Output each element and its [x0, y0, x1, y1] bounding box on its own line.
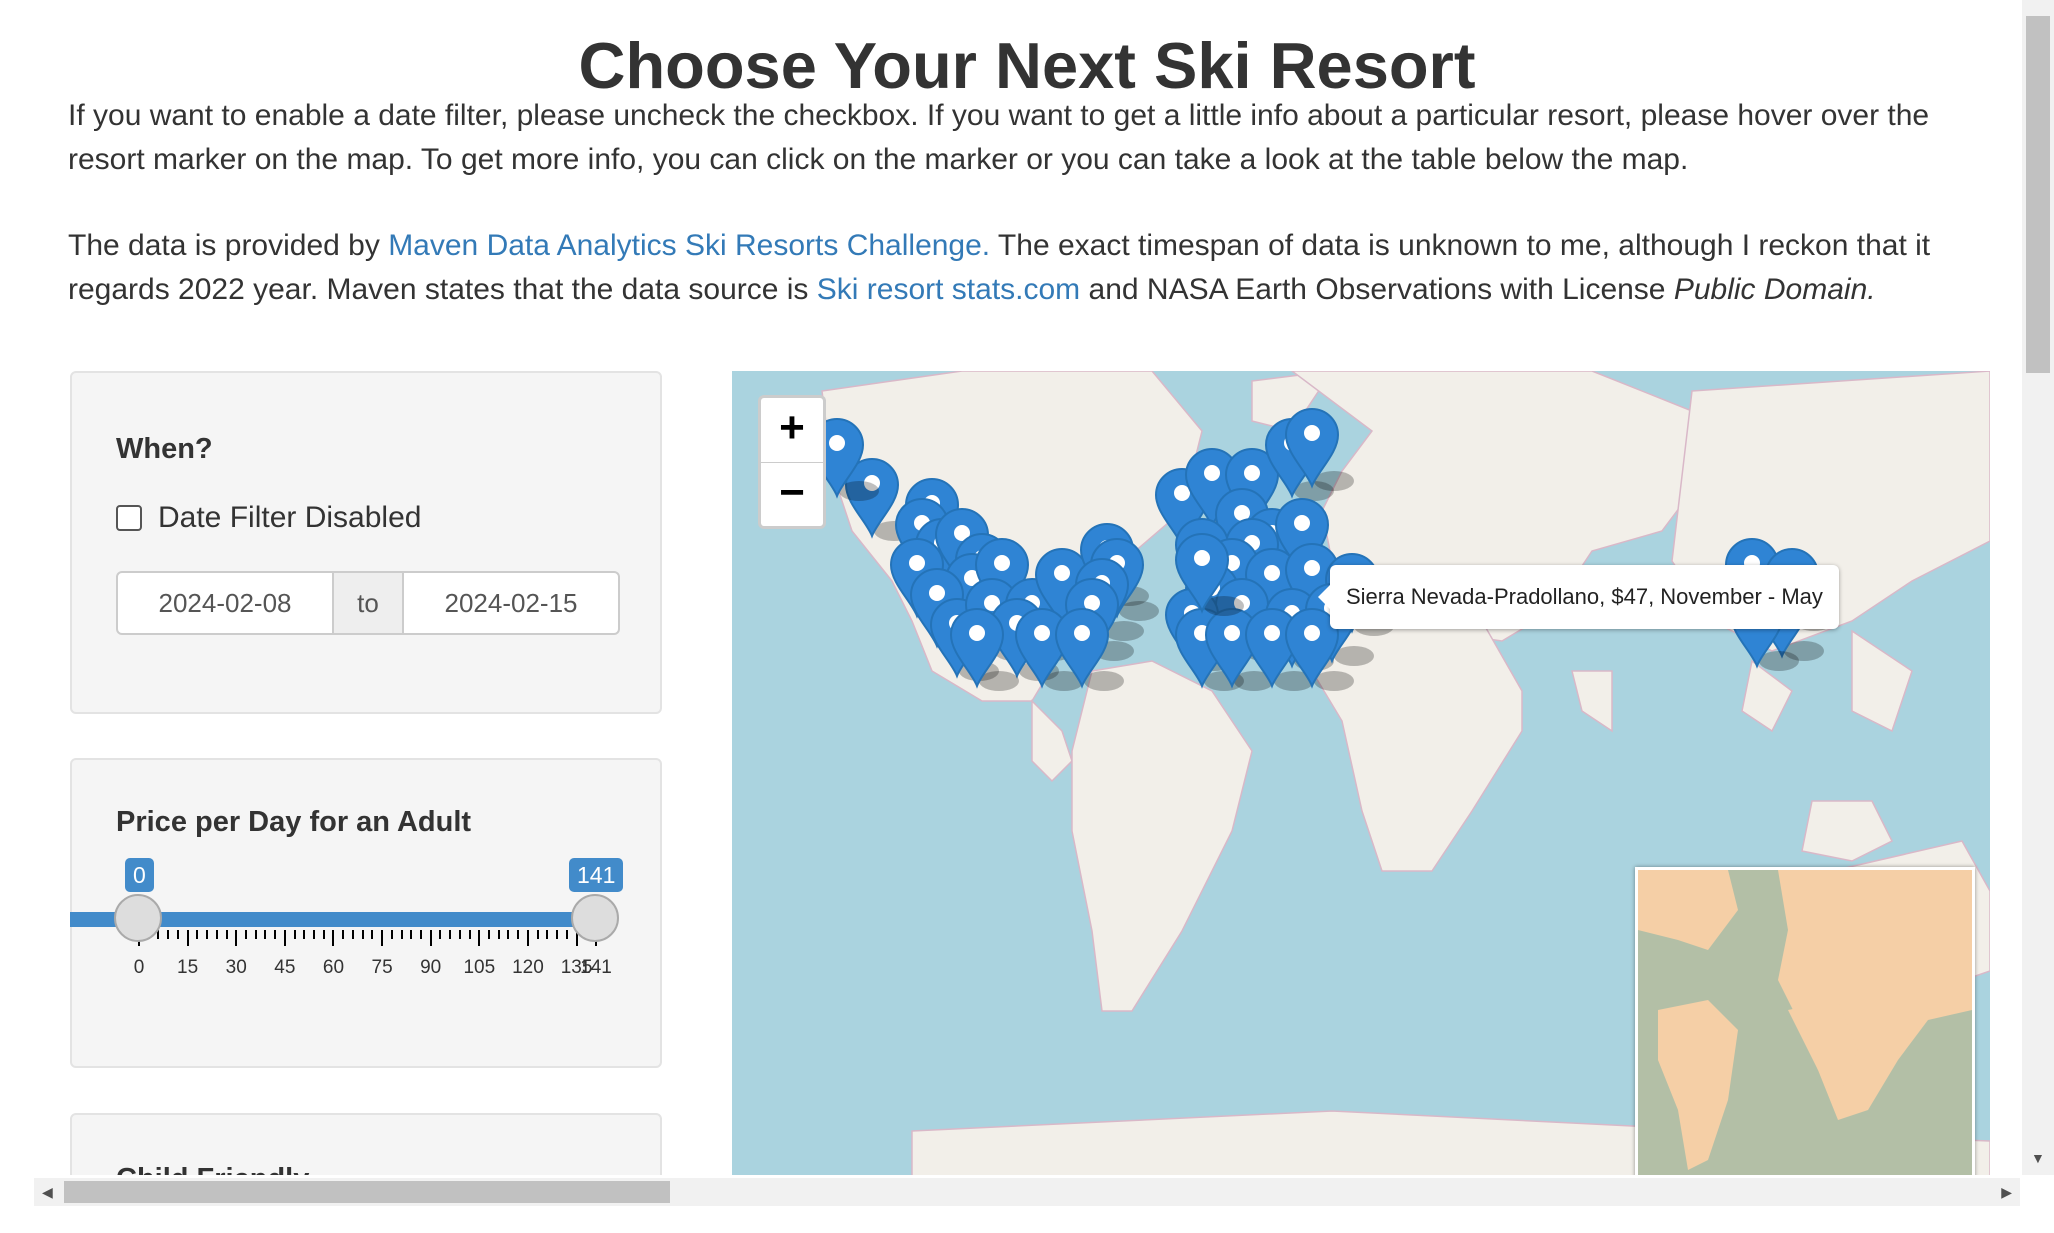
- slider-tick-label: 90: [420, 957, 442, 978]
- slider-minor-tick: [264, 930, 267, 939]
- slider-minor-tick: [439, 930, 442, 939]
- slider-minor-tick: [167, 930, 170, 939]
- slider-tick-label: 75: [371, 957, 393, 978]
- slider-major-tick: [526, 930, 529, 946]
- slider-minor-tick: [488, 930, 491, 939]
- when-label: When?: [116, 433, 213, 465]
- slider-minor-tick: [313, 930, 316, 939]
- slider-major-tick: [283, 930, 286, 946]
- child-friendly-panel: Child Friendly: [70, 1113, 662, 1175]
- slider-minor-tick: [274, 930, 277, 939]
- slider-minor-tick: [449, 930, 452, 939]
- horizontal-scroll-thumb[interactable]: [64, 1181, 670, 1203]
- slider-minor-tick: [361, 930, 364, 939]
- zoom-in-button[interactable]: +: [761, 398, 823, 463]
- slider-major-tick: [235, 930, 238, 946]
- date-filter-checkbox-row[interactable]: Date Filter Disabled: [116, 501, 421, 535]
- price-min-bubble: 0: [125, 858, 154, 892]
- slider-tick-label: 60: [322, 957, 345, 978]
- slider-minor-tick: [215, 930, 218, 939]
- slider-minor-tick: [400, 930, 403, 939]
- slider-minor-tick: [293, 930, 296, 939]
- slider-minor-tick: [225, 930, 228, 939]
- minimap[interactable]: [1635, 867, 1975, 1175]
- slider-minor-tick: [497, 930, 500, 939]
- slider-minor-tick: [303, 930, 306, 939]
- slider-minor-tick: [419, 930, 422, 939]
- slider-tick-label: 30: [225, 957, 247, 978]
- date-start-input[interactable]: 2024-02-08: [116, 571, 334, 635]
- slider-minor-tick: [517, 930, 520, 939]
- data-source-paragraph: The data is provided by Maven Data Analy…: [68, 224, 1998, 312]
- slider-minor-tick: [565, 930, 568, 939]
- page: Choose Your Next Ski Resort If you want …: [0, 0, 2020, 1175]
- slider-minor-tick: [244, 930, 247, 939]
- slider-minor-tick: [342, 930, 345, 939]
- zoom-out-button[interactable]: −: [761, 463, 823, 527]
- intro-paragraph: If you want to enable a date filter, ple…: [68, 99, 1930, 176]
- slider-major-tick: [332, 930, 335, 946]
- price-max-bubble: 141: [569, 858, 624, 892]
- price-min-handle[interactable]: [114, 894, 162, 942]
- slider-major-tick: [429, 930, 432, 946]
- slider-tick-label: 120: [512, 957, 544, 978]
- slider-minor-tick: [322, 930, 325, 939]
- slider-tick-label: 105: [463, 957, 496, 978]
- slider-major-tick: [478, 930, 481, 946]
- slider-minor-tick: [206, 930, 209, 939]
- resort-map[interactable]: + − Sierra Nevada-Pradollano, $47, Novem…: [732, 371, 1990, 1175]
- vertical-scrollbar[interactable]: ▼: [2022, 0, 2054, 1175]
- slider-minor-tick: [254, 930, 257, 939]
- date-range-separator: to: [334, 571, 402, 635]
- price-label: Price per Day for an Adult: [116, 806, 472, 838]
- slider-minor-tick: [176, 930, 179, 939]
- slider-minor-tick: [410, 930, 413, 939]
- slider-minor-tick: [546, 930, 549, 939]
- license-text: Public Domain.: [1673, 273, 1876, 306]
- slider-minor-tick: [556, 930, 559, 939]
- slider-minor-tick: [468, 930, 471, 939]
- slider-tick-label: 141: [580, 957, 612, 978]
- slider-minor-tick: [390, 930, 393, 939]
- minimap-land: [1638, 870, 1972, 1170]
- ski-resort-stats-link[interactable]: Ski resort stats.com: [817, 273, 1080, 306]
- date-end-input[interactable]: 2024-02-15: [402, 571, 620, 635]
- slider-minor-tick: [458, 930, 461, 939]
- slider-tick-label: 0: [133, 957, 145, 978]
- resort-tooltip: Sierra Nevada-Pradollano, $47, November …: [1318, 565, 1839, 629]
- date-filter-checkbox[interactable]: [116, 505, 142, 531]
- price-max-handle[interactable]: [571, 894, 619, 942]
- date-filter-label[interactable]: Date Filter Disabled: [158, 501, 421, 535]
- slider-major-tick: [381, 930, 384, 946]
- zoom-control: + −: [758, 395, 826, 529]
- slider-minor-tick: [371, 930, 374, 939]
- scroll-left-icon[interactable]: ◀: [42, 1184, 53, 1201]
- child-friendly-label: Child Friendly: [116, 1163, 309, 1175]
- slider-minor-tick: [536, 930, 539, 939]
- scroll-right-icon[interactable]: ▶: [2001, 1184, 2012, 1201]
- slider-minor-tick: [507, 930, 510, 939]
- slider-minor-tick: [196, 930, 199, 939]
- when-panel: When? Date Filter Disabled 2024-02-08 to…: [70, 371, 662, 714]
- vertical-scroll-thumb[interactable]: [2026, 16, 2050, 373]
- data-source-text: The data is provided by: [68, 229, 389, 262]
- horizontal-scrollbar[interactable]: ◀ ▶: [34, 1178, 2020, 1206]
- slider-major-tick: [186, 930, 189, 946]
- date-range: 2024-02-08 to 2024-02-15: [116, 571, 620, 635]
- data-source-text-3: and NASA Earth Observations with License: [1080, 273, 1674, 306]
- slider-tick-label: 15: [177, 957, 199, 978]
- scroll-down-icon[interactable]: ▼: [2031, 1150, 2045, 1166]
- slider-minor-tick: [351, 930, 354, 939]
- maven-link[interactable]: Maven Data Analytics Ski Resorts Challen…: [388, 229, 990, 262]
- slider-tick-label: 45: [274, 957, 296, 978]
